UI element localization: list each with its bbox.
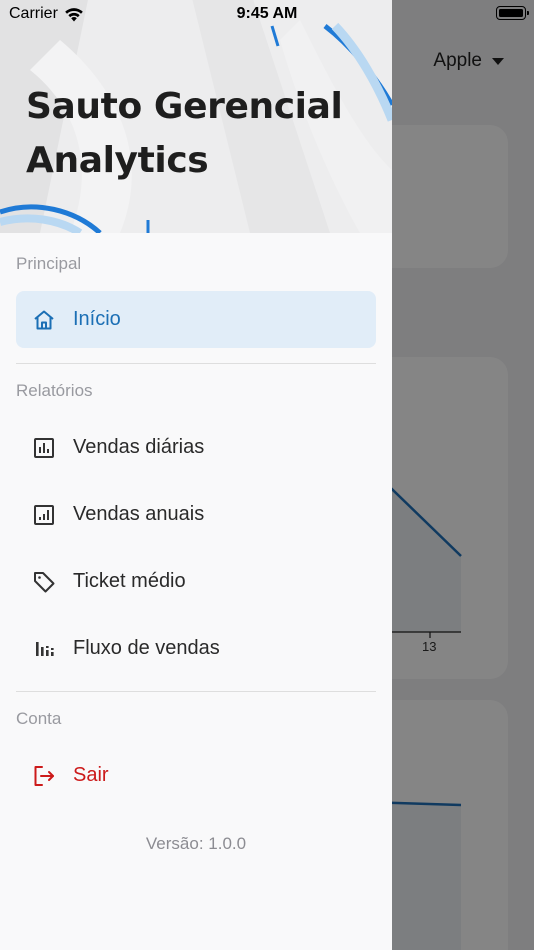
battery-icon — [496, 6, 529, 20]
nav-label-vendas-diarias: Vendas diárias — [73, 436, 205, 458]
app-title: Sauto Gerencial Analytics — [26, 86, 343, 181]
nav-item-vendas-diarias[interactable]: Vendas diárias — [16, 419, 376, 476]
nav-label-ticket-medio: Ticket médio — [73, 570, 186, 592]
app-version: Versão: 1.0.0 — [145, 834, 247, 853]
navigation-drawer: Sauto Gerencial Analytics Principal Iníc… — [0, 0, 392, 950]
section-label-principal: Principal — [16, 254, 82, 273]
nav-label-sair: Sair — [73, 764, 109, 786]
status-time: 9:45 AM — [236, 5, 298, 22]
nav-item-ticket-medio[interactable]: Ticket médio — [16, 553, 376, 610]
flow-bars-icon — [32, 637, 56, 661]
section-label-relatorios: Relatórios — [16, 381, 93, 400]
section-label-conta: Conta — [16, 709, 62, 728]
drawer-header: Sauto Gerencial Analytics — [0, 0, 392, 233]
divider — [16, 363, 376, 364]
logout-icon — [32, 764, 56, 788]
nav-item-sair[interactable]: Sair — [16, 747, 376, 804]
nav-label-fluxo-vendas: Fluxo de vendas — [73, 637, 220, 659]
status-bar: Carrier 9:45 AM — [0, 0, 534, 26]
nav-item-inicio[interactable]: Início — [16, 291, 376, 348]
bar-chart-ascending-icon — [32, 503, 56, 527]
tag-icon — [32, 570, 56, 594]
bar-chart-icon — [32, 436, 56, 460]
nav-label-inicio: Início — [73, 308, 121, 330]
divider — [16, 691, 376, 692]
nav-item-vendas-anuais[interactable]: Vendas anuais — [16, 486, 376, 543]
nav-label-vendas-anuais: Vendas anuais — [73, 503, 205, 525]
home-icon — [32, 308, 56, 332]
nav-item-fluxo-vendas[interactable]: Fluxo de vendas — [16, 620, 376, 677]
